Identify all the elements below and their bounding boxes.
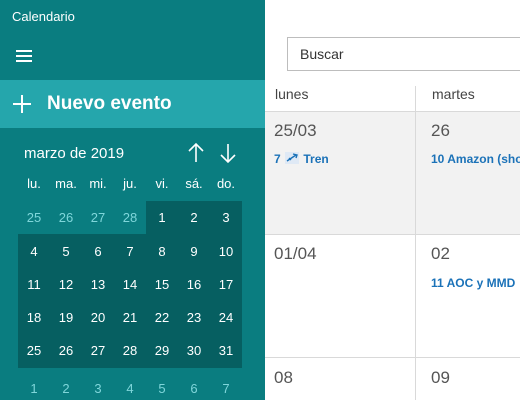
dow-label: ma. [55,176,77,191]
calendar-day[interactable]: 21 [114,301,146,334]
column-header-tuesday: martes [432,86,475,102]
calendar-day[interactable]: 13 [82,268,114,301]
calendar-day[interactable]: 16 [178,268,210,301]
calendar-day[interactable]: 26 [50,334,82,367]
calendar-day[interactable]: 28 [114,201,146,234]
date-cell-label[interactable]: 08 [274,368,293,388]
new-event-label: Nuevo evento [47,93,172,114]
calendar-day[interactable]: 8 [146,235,178,268]
calendar-day[interactable]: 27 [82,334,114,367]
calendar-week: 18 19 20 21 22 23 24 [18,301,242,334]
calendar-day[interactable]: 24 [210,301,242,334]
dow-label: do. [216,176,236,191]
calendar-day[interactable]: 9 [178,235,210,268]
calendar-week: 1 2 3 4 5 6 7 [18,372,242,400]
month-label[interactable]: marzo de 2019 [24,145,124,162]
event-time: 7 [274,152,281,166]
date-cell-label[interactable]: 09 [431,368,450,388]
column-divider [415,86,416,400]
calendar-day[interactable]: 28 [114,334,146,367]
calendar-day[interactable]: 3 [210,201,242,234]
calendar-day[interactable]: 27 [82,201,114,234]
calendar-day[interactable]: 18 [18,301,50,334]
calendar-day[interactable]: 11 [18,268,50,301]
event-train[interactable]: 7 Tren [274,152,329,166]
calendar-day[interactable]: 22 [146,301,178,334]
calendar-day[interactable]: 5 [146,372,178,400]
calendar-day[interactable]: 25 [18,201,50,234]
calendar-day[interactable]: 15 [146,268,178,301]
new-event-button[interactable]: Nuevo evento [0,80,265,128]
calendar-main: Buscar lunes martes 25/03 26 01/04 02 08… [265,0,520,400]
search-placeholder: Buscar [300,46,344,62]
plus-icon [12,94,32,114]
sidebar: Calendario Nuevo evento marzo de 2019 lu… [0,0,265,400]
calendar-day[interactable]: 7 [210,372,242,400]
calendar-day[interactable]: 30 [178,334,210,367]
app-title: Calendario [12,9,75,24]
date-cell-label[interactable]: 25/03 [274,121,317,141]
calendar-day[interactable]: 31 [210,334,242,367]
calendar-day[interactable]: 2 [50,372,82,400]
calendar-day[interactable]: 25 [18,334,50,367]
row-divider [265,234,520,235]
calendar-day[interactable]: 6 [82,235,114,268]
dow-label: mi. [89,176,107,191]
calendar-week: 25 26 27 28 1 2 3 [18,201,242,234]
calendar-day[interactable]: 1 [18,372,50,400]
next-month-arrow-icon[interactable] [216,140,240,166]
event-title: Tren [303,152,329,166]
date-cell-label[interactable]: 01/04 [274,244,317,264]
calendar-week: 25 26 27 28 29 30 31 [18,334,242,367]
calendar-day[interactable]: 4 [18,235,50,268]
calendar-day[interactable]: 17 [210,268,242,301]
search-input[interactable]: Buscar [287,37,520,71]
dow-label: lu. [27,176,41,191]
dow-label: sá. [185,176,203,191]
date-cell-label[interactable]: 26 [431,121,450,141]
previous-month-arrow-icon[interactable] [184,140,208,166]
calendar-day[interactable]: 19 [50,301,82,334]
dow-label: vi. [155,176,169,191]
dow-label: ju. [123,176,137,191]
calendar-day[interactable]: 2 [178,201,210,234]
calendar-week: 4 5 6 7 8 9 10 [18,235,242,268]
column-header-monday: lunes [275,86,309,102]
calendar-day[interactable]: 12 [50,268,82,301]
days-of-week: lu. ma. mi. ju. vi. sá. do. [18,176,242,196]
event-aoc-mmd[interactable]: 11 AOC y MMD [431,276,515,290]
event-amazon[interactable]: 10 Amazon (sho [431,152,520,166]
calendar-day[interactable]: 5 [50,235,82,268]
calendar-day[interactable]: 3 [82,372,114,400]
calendar-day[interactable]: 6 [178,372,210,400]
date-cell-label[interactable]: 02 [431,244,450,264]
calendar-day[interactable]: 10 [210,235,242,268]
calendar-day[interactable]: 4 [114,372,146,400]
airplane-icon [285,152,300,164]
calendar-day[interactable]: 7 [114,235,146,268]
calendar-week: 11 12 13 14 15 16 17 [18,268,242,301]
row-divider [265,357,520,358]
calendar-day[interactable]: 14 [114,268,146,301]
calendar-day[interactable]: 23 [178,301,210,334]
calendar-day[interactable]: 1 [146,201,178,234]
calendar-day[interactable]: 20 [82,301,114,334]
calendar-day[interactable]: 26 [50,201,82,234]
calendar-day[interactable]: 29 [146,334,178,367]
hamburger-menu-icon[interactable] [12,44,36,68]
